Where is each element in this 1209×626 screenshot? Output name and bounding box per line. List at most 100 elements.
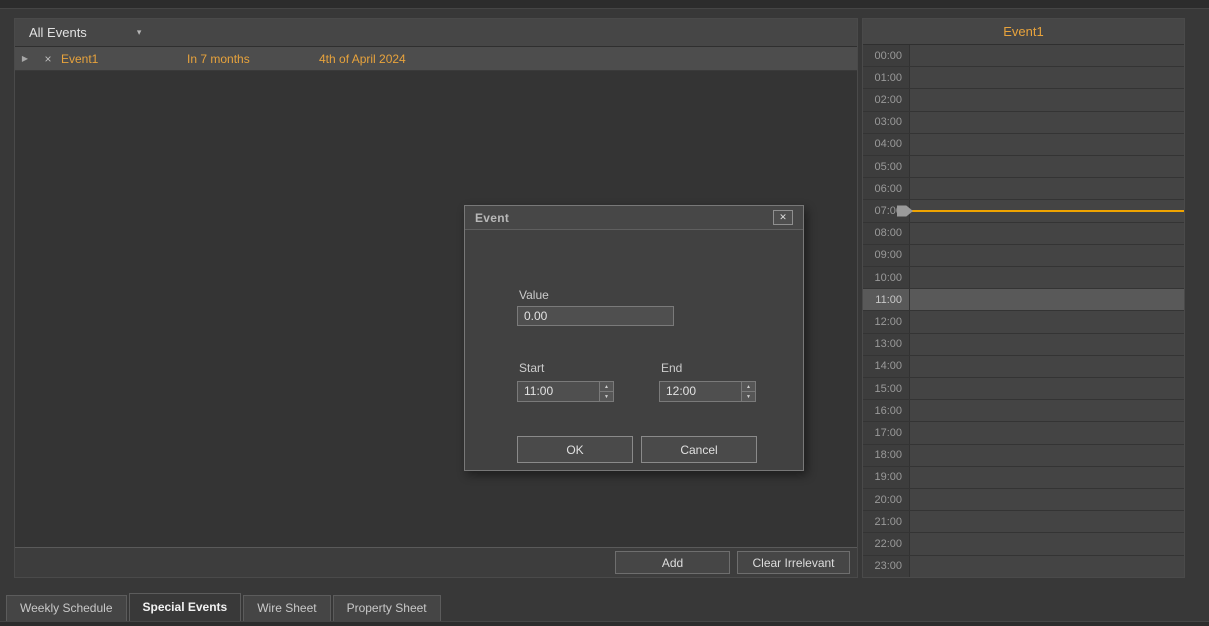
event-actions-bar: Add Clear Irrelevant (15, 547, 857, 577)
schedule-row-1300[interactable]: 13:00 (863, 334, 1184, 356)
schedule-row-1000[interactable]: 10:00 (863, 267, 1184, 289)
schedule-row-0600[interactable]: 06:00 (863, 178, 1184, 200)
schedule-row-1100[interactable]: 11:00 (863, 289, 1184, 311)
spin-down-icon[interactable]: ▼ (600, 392, 613, 401)
schedule-cell[interactable] (909, 89, 1184, 110)
schedule-row-1900[interactable]: 19:00 (863, 467, 1184, 489)
schedule-row-0000[interactable]: 00:00 (863, 45, 1184, 67)
time-label: 10:00 (863, 267, 909, 288)
events-filter-dropdown[interactable]: All Events ▾ (15, 19, 857, 47)
spin-up-icon[interactable]: ▲ (600, 382, 613, 392)
tab-special-events[interactable]: Special Events (129, 593, 242, 621)
schedule-row-0400[interactable]: 04:00 (863, 134, 1184, 156)
delete-event-icon[interactable]: × (35, 52, 61, 66)
start-time-stepper[interactable]: 11:00 ▲ ▼ (517, 381, 614, 402)
time-label: 21:00 (863, 511, 909, 532)
window-bottom-strip (0, 621, 1209, 626)
schedule-cell[interactable] (909, 112, 1184, 133)
event-date: 4th of April 2024 (319, 52, 406, 66)
schedule-row-1600[interactable]: 16:00 (863, 400, 1184, 422)
tab-weekly-schedule[interactable]: Weekly Schedule (6, 595, 127, 621)
cancel-button[interactable]: Cancel (641, 436, 757, 463)
event-dialog-title: Event (475, 211, 509, 225)
value-label: Value (519, 288, 549, 302)
schedule-cell[interactable] (909, 200, 1184, 221)
time-label: 20:00 (863, 489, 909, 510)
start-time-value[interactable]: 11:00 (518, 382, 599, 401)
clear-irrelevant-button[interactable]: Clear Irrelevant (737, 551, 850, 574)
time-label: 04:00 (863, 134, 909, 155)
schedule-cell[interactable] (909, 356, 1184, 377)
schedule-cell[interactable] (909, 400, 1184, 421)
schedule-cell[interactable] (909, 178, 1184, 199)
schedule-row-2100[interactable]: 21:00 (863, 511, 1184, 533)
event-list-row[interactable]: ▶ × Event1 In 7 months 4th of April 2024 (15, 47, 857, 71)
schedule-row-1700[interactable]: 17:00 (863, 422, 1184, 444)
schedule-cell[interactable] (909, 422, 1184, 443)
event-dialog-titlebar[interactable]: Event ✕ (465, 206, 803, 230)
schedule-row-1800[interactable]: 18:00 (863, 445, 1184, 467)
event-line-marker-icon[interactable] (897, 206, 913, 217)
spin-down-icon[interactable]: ▼ (742, 392, 755, 401)
schedule-row-1200[interactable]: 12:00 (863, 311, 1184, 333)
schedule-cell[interactable] (909, 511, 1184, 532)
tab-wire-sheet[interactable]: Wire Sheet (243, 595, 330, 621)
close-icon[interactable]: ✕ (773, 210, 793, 225)
schedule-title: Event1 (863, 19, 1184, 45)
time-label: 06:00 (863, 178, 909, 199)
expand-arrow-icon[interactable]: ▶ (15, 54, 35, 63)
time-label: 19:00 (863, 467, 909, 488)
ok-button[interactable]: OK (517, 436, 633, 463)
chevron-down-icon: ▾ (137, 27, 142, 38)
time-label: 02:00 (863, 89, 909, 110)
schedule-row-0200[interactable]: 02:00 (863, 89, 1184, 111)
time-label: 08:00 (863, 223, 909, 244)
schedule-cell[interactable] (909, 556, 1184, 577)
schedule-cell[interactable] (909, 134, 1184, 155)
schedule-cell[interactable] (909, 245, 1184, 266)
schedule-cell[interactable] (909, 311, 1184, 332)
time-label: 22:00 (863, 533, 909, 554)
schedule-cell[interactable] (909, 289, 1184, 310)
schedule-row-0700[interactable]: 07:00 (863, 200, 1184, 222)
schedule-cell[interactable] (909, 467, 1184, 488)
time-label: 00:00 (863, 45, 909, 66)
schedule-row-1400[interactable]: 14:00 (863, 356, 1184, 378)
time-label: 15:00 (863, 378, 909, 399)
time-label: 16:00 (863, 400, 909, 421)
end-label: End (661, 361, 682, 375)
add-button[interactable]: Add (615, 551, 730, 574)
time-label: 09:00 (863, 245, 909, 266)
schedule-cell[interactable] (909, 334, 1184, 355)
schedule-row-1500[interactable]: 15:00 (863, 378, 1184, 400)
schedule-cell[interactable] (909, 378, 1184, 399)
event-dialog: Event ✕ Value 0.00 Start End 11:00 ▲ ▼ 1… (464, 205, 804, 471)
schedule-row-2300[interactable]: 23:00 (863, 556, 1184, 577)
schedule-row-0300[interactable]: 03:00 (863, 112, 1184, 134)
schedule-cell[interactable] (909, 156, 1184, 177)
schedule-cell[interactable] (909, 445, 1184, 466)
time-label: 23:00 (863, 556, 909, 577)
time-label: 01:00 (863, 67, 909, 88)
schedule-cell[interactable] (909, 67, 1184, 88)
time-label: 05:00 (863, 156, 909, 177)
schedule-row-2000[interactable]: 20:00 (863, 489, 1184, 511)
end-time-stepper[interactable]: 12:00 ▲ ▼ (659, 381, 756, 402)
spin-up-icon[interactable]: ▲ (742, 382, 755, 392)
value-input[interactable]: 0.00 (517, 306, 674, 326)
schedule-cell[interactable] (909, 533, 1184, 554)
schedule-row-0100[interactable]: 01:00 (863, 67, 1184, 89)
schedule-row-2200[interactable]: 22:00 (863, 533, 1184, 555)
event-time-line[interactable] (910, 210, 1184, 212)
schedule-row-0500[interactable]: 05:00 (863, 156, 1184, 178)
schedule-row-0800[interactable]: 08:00 (863, 223, 1184, 245)
end-time-value[interactable]: 12:00 (660, 382, 741, 401)
tab-property-sheet[interactable]: Property Sheet (333, 595, 441, 621)
schedule-row-0900[interactable]: 09:00 (863, 245, 1184, 267)
schedule-cell[interactable] (909, 489, 1184, 510)
schedule-cell[interactable] (909, 223, 1184, 244)
schedule-grid: 00:0001:0002:0003:0004:0005:0006:0007:00… (863, 45, 1184, 577)
schedule-cell[interactable] (909, 267, 1184, 288)
time-label: 18:00 (863, 445, 909, 466)
schedule-cell[interactable] (909, 45, 1184, 66)
